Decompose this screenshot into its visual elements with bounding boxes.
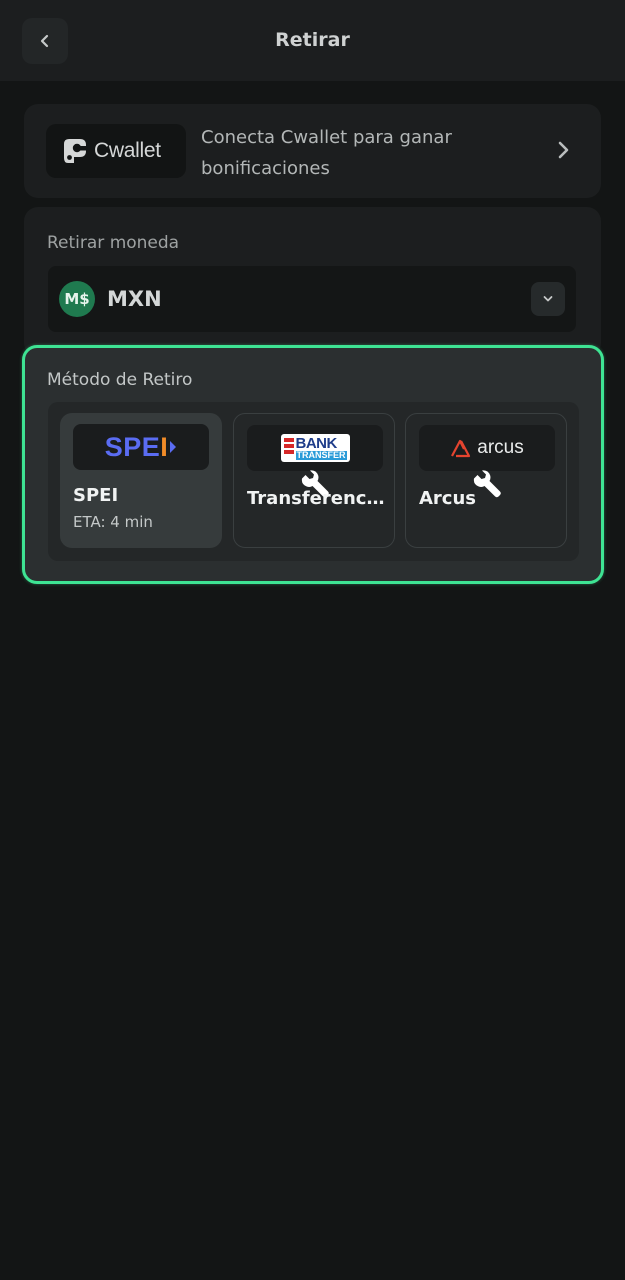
- method-option-bank-transfer[interactable]: BANK TRANSFER Transferencia bancaria: [233, 413, 395, 548]
- method-eta: ETA: 4 min: [73, 513, 153, 531]
- flag-stripes-icon: [283, 438, 294, 454]
- cwallet-message-line1: Conecta Cwallet para ganar: [201, 127, 452, 148]
- method-option-arcus[interactable]: arcus Arcus: [405, 413, 567, 548]
- cwallet-connect-banner[interactable]: Cwallet Conecta Cwallet para ganar bonif…: [24, 104, 601, 198]
- back-button[interactable]: [22, 18, 68, 64]
- spei-logo-main: SPE: [104, 431, 161, 462]
- currency-select[interactable]: M$ MXN: [48, 266, 576, 332]
- bank-transfer-logo: BANK TRANSFER: [247, 425, 383, 471]
- currency-code: MXN: [107, 287, 162, 311]
- method-label: Método de Retiro: [47, 370, 193, 390]
- cwallet-logo-text: Cwallet: [94, 139, 161, 162]
- currency-label: Retirar moneda: [47, 233, 180, 253]
- arcus-logo: arcus: [419, 425, 555, 471]
- arcus-logo-text: arcus: [477, 437, 524, 458]
- chevron-right-icon: [558, 141, 569, 159]
- method-option-spei[interactable]: SPE I SPEI ETA: 4 min: [60, 413, 222, 548]
- bank-logo-line2: TRANSFER: [295, 450, 347, 460]
- cwallet-message-line2: bonificaciones: [201, 158, 330, 179]
- bank-logo-line1: BANK: [295, 435, 338, 452]
- withdraw-method-section: Método de Retiro SPE I SPEI ETA: 4 min B…: [22, 345, 604, 584]
- withdraw-screen: Retirar Cwallet Conecta Cwallet para gan…: [0, 0, 625, 1280]
- arrow-icon: [170, 441, 177, 453]
- chevron-down-icon: [543, 296, 553, 302]
- method-title: Transferencia bancaria: [247, 488, 387, 509]
- dropdown-button[interactable]: [531, 282, 565, 316]
- page-title: Retirar: [275, 29, 350, 51]
- cwallet-logo: Cwallet: [46, 124, 186, 178]
- spei-logo-accent: I: [160, 431, 169, 462]
- chevron-left-icon: [40, 34, 49, 48]
- spei-logo: SPE I: [73, 424, 209, 470]
- mxn-currency-icon: M$: [59, 281, 95, 317]
- method-title: Arcus: [419, 488, 477, 509]
- top-bar: Retirar: [0, 0, 625, 81]
- arcus-mark-icon: [451, 439, 471, 458]
- cwallet-logo-icon: [64, 139, 87, 163]
- method-title: SPEI: [73, 485, 119, 506]
- cwallet-message: Conecta Cwallet para ganar bonificacione…: [201, 122, 521, 184]
- currency-section: Retirar moneda M$ MXN: [24, 207, 601, 357]
- method-options: SPE I SPEI ETA: 4 min BANK TRANSFER Tran…: [48, 402, 579, 561]
